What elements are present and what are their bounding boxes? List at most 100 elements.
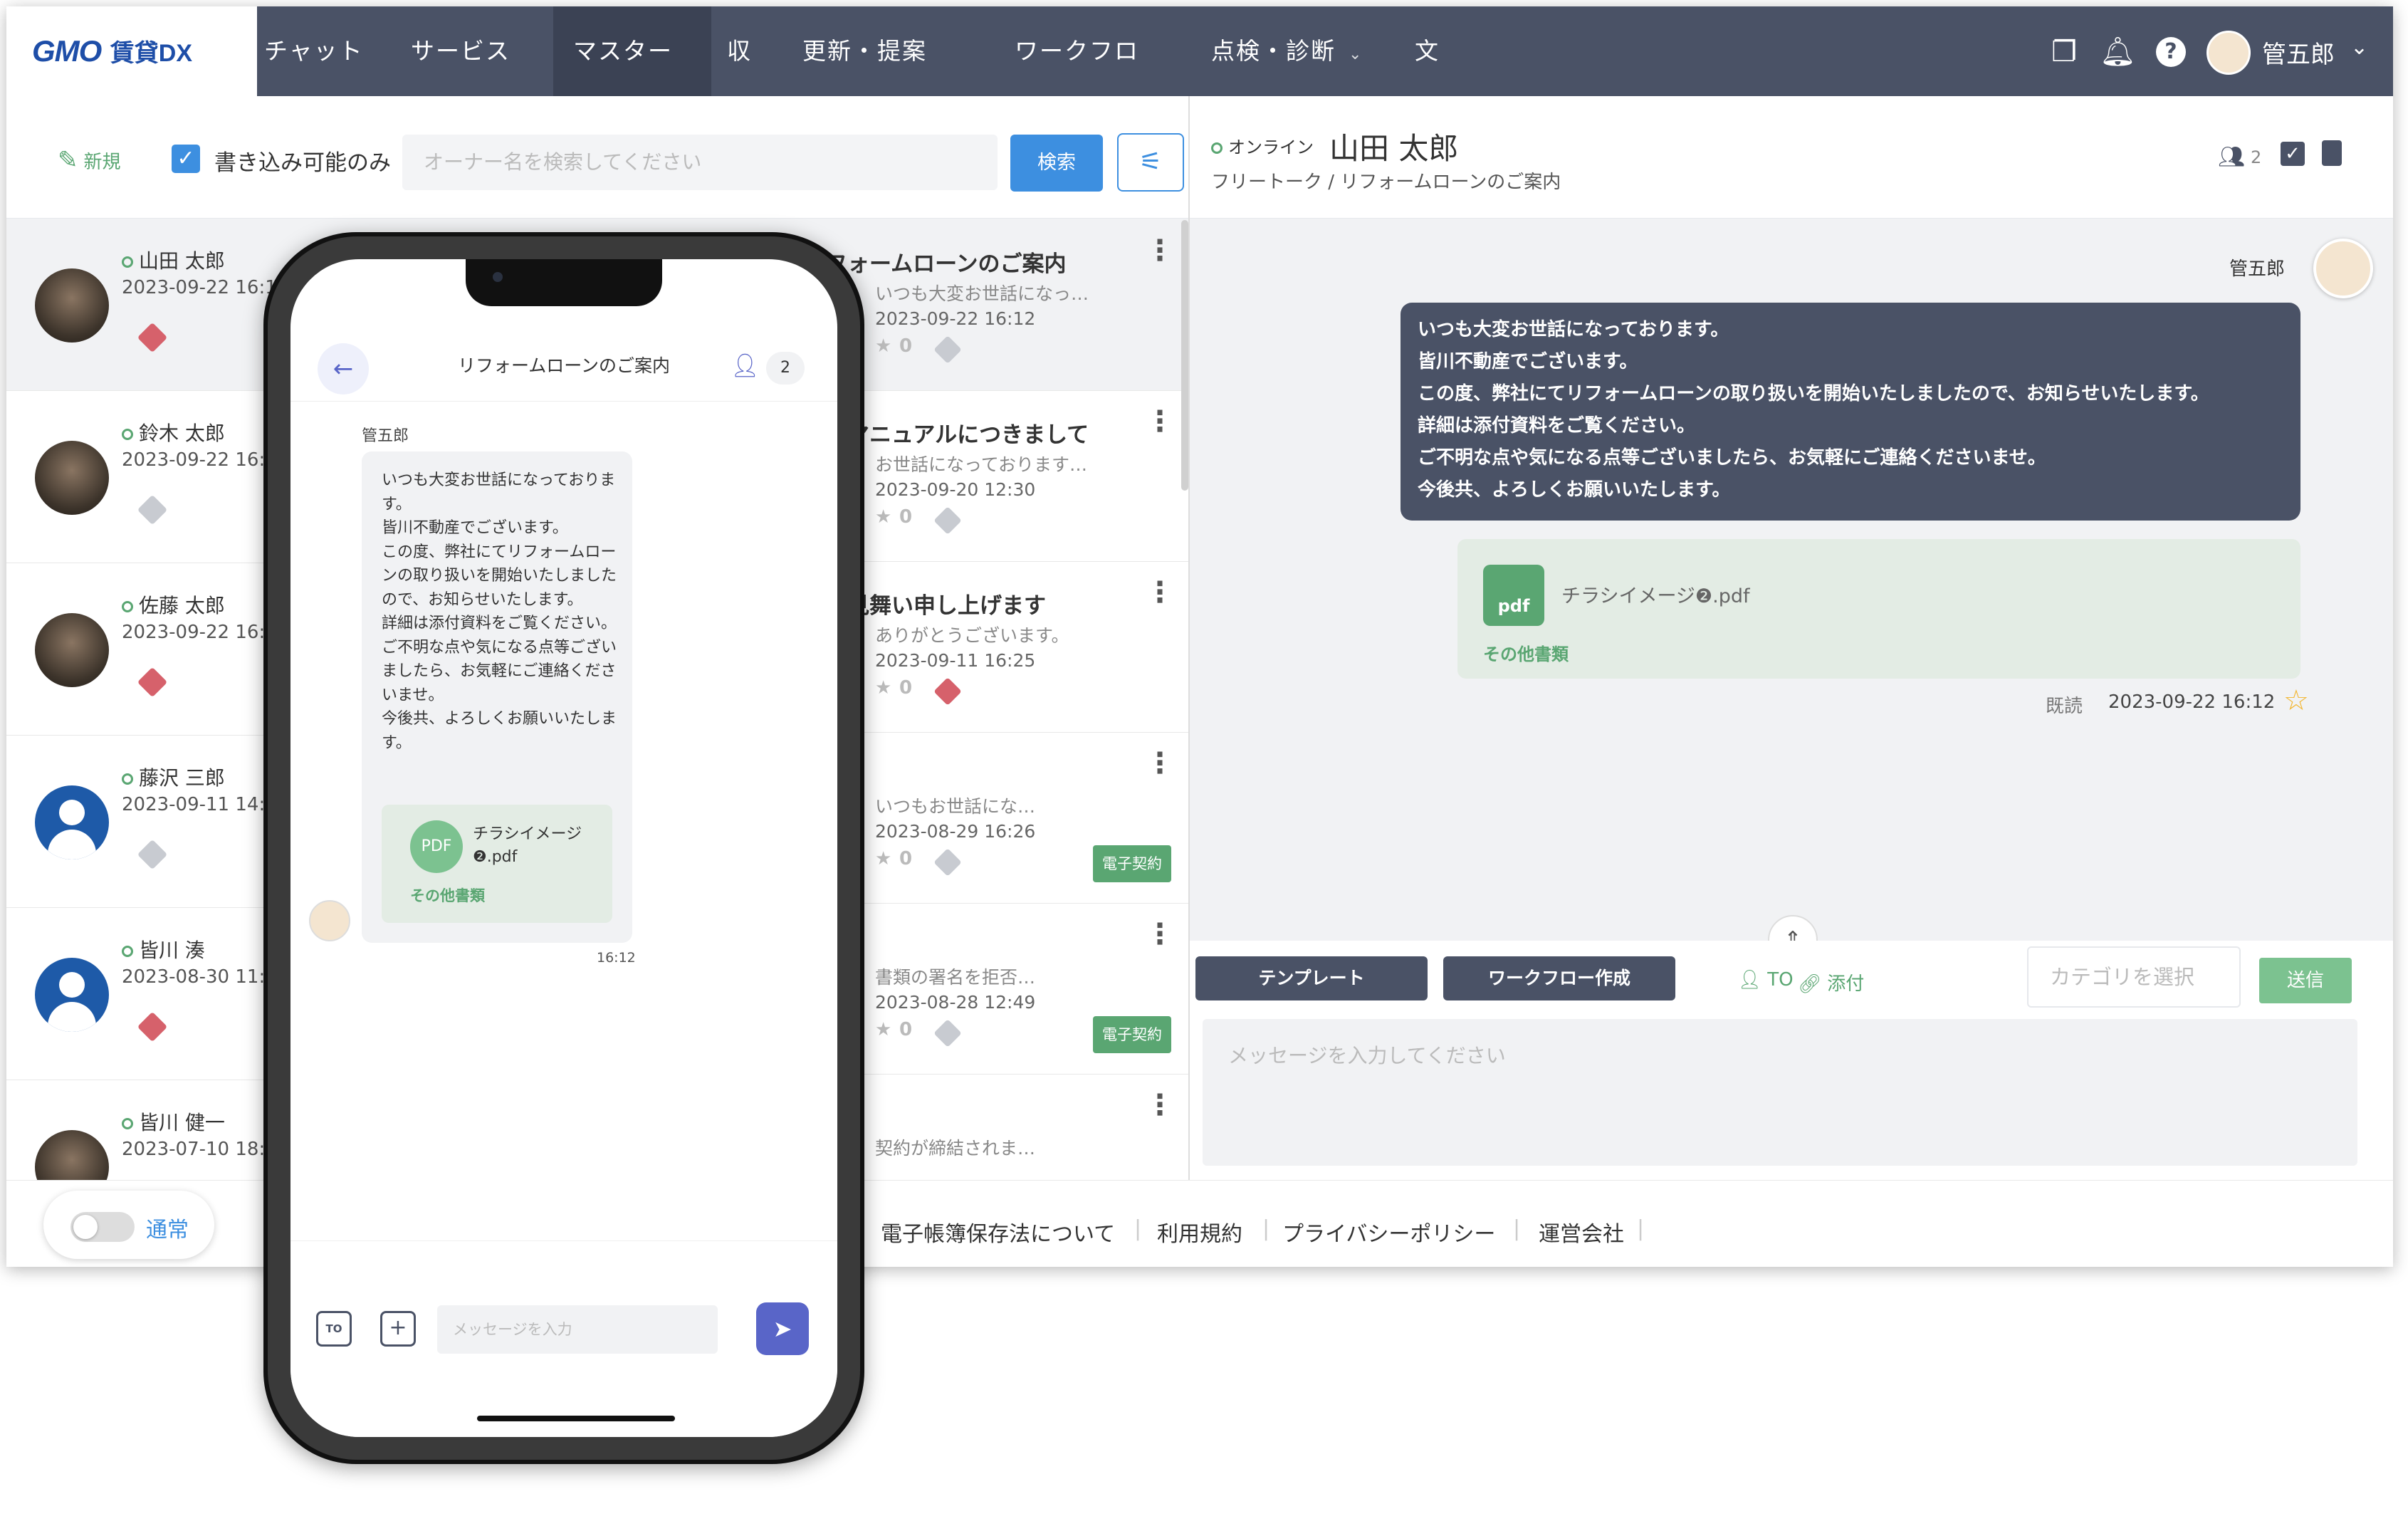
- footer-link[interactable]: 利用規約: [1157, 1216, 1242, 1248]
- star-icon[interactable]: ★: [875, 1019, 891, 1040]
- owner-name-text: 山田 太郎: [139, 249, 225, 273]
- phone-attachment-card[interactable]: PDF チラシイメージ❷.pdf その他書類: [382, 805, 612, 923]
- footer-link[interactable]: 運営会社: [1539, 1216, 1624, 1248]
- nav-item-3[interactable]: 収支: [707, 6, 778, 155]
- more-vertical-icon[interactable]: ⋮: [1146, 1089, 1174, 1122]
- attachment-category: その他書類: [1483, 644, 1569, 664]
- category-select[interactable]: カテゴリを選択: [2027, 946, 2241, 1008]
- checkbox-icon[interactable]: ✓: [2281, 142, 2305, 166]
- star-icon[interactable]: ★: [875, 848, 891, 869]
- message-input[interactable]: メッセージを入力してください: [1203, 1019, 2357, 1166]
- phone-composer: TO + メッセージを入力 ➤: [290, 1240, 837, 1437]
- read-receipt: 既読: [2046, 696, 2083, 717]
- sender-avatar: [2313, 239, 2373, 298]
- online-status-label: オンライン: [1228, 137, 1314, 157]
- nav-item-2[interactable]: マスター管理: [553, 6, 711, 155]
- multi-window-icon[interactable]: ❐: [2047, 35, 2081, 69]
- send-button[interactable]: 送信: [2259, 958, 2352, 1003]
- star-icon[interactable]: ★: [875, 335, 891, 357]
- filter-settings-button[interactable]: ⚟: [1117, 133, 1184, 192]
- more-vertical-icon[interactable]: ⋮: [1146, 747, 1174, 780]
- thread-list-scrollbar[interactable]: [1181, 220, 1188, 491]
- person-icon[interactable]: 👤︎: [731, 352, 760, 379]
- toggle-knob[interactable]: [73, 1215, 98, 1239]
- message-sender-name: 管五郎: [2229, 258, 2286, 280]
- tag-icon[interactable]: [137, 839, 168, 870]
- attach-button[interactable]: 🔗︎ 添付: [1798, 969, 1864, 996]
- nav-item-5[interactable]: ワークフロー: [995, 6, 1181, 155]
- owner-name: 佐藤 太郎: [122, 590, 225, 619]
- phone-chat-header: ← リフォームローンのご案内 👤︎ 2: [290, 323, 837, 402]
- online-dot-icon: [1211, 142, 1223, 154]
- star-icon[interactable]: ★: [875, 677, 891, 699]
- phone-to-button[interactable]: TO: [316, 1311, 352, 1347]
- more-vertical-icon[interactable]: ⋮: [1146, 918, 1174, 951]
- tag-icon[interactable]: [933, 335, 962, 364]
- new-chat-button[interactable]: ✎ 新規: [58, 146, 121, 174]
- nav-item-6[interactable]: 点検・診断 ⌄: [1191, 6, 1389, 96]
- owner-name-text: 皆川 湊: [139, 939, 205, 962]
- owner-last-date: 2023-07-10 18:1: [122, 1139, 277, 1160]
- thread-title: フォームローンのご案内: [825, 251, 1067, 277]
- help-icon[interactable]: ?: [2154, 35, 2188, 69]
- tag-icon[interactable]: [137, 322, 168, 353]
- create-workflow-button[interactable]: ワークフロー作成: [1443, 956, 1675, 1000]
- tag-icon[interactable]: [933, 848, 962, 877]
- phone-pdf-icon-label: PDF: [421, 837, 452, 855]
- phone-attachment-file-name[interactable]: チラシイメージ❷.pdf: [473, 823, 601, 869]
- brand-logo-sub: 賃貸DX: [110, 40, 193, 67]
- tag-icon[interactable]: [137, 667, 168, 698]
- person-icon: 👤︎: [1738, 969, 1762, 991]
- chevron-down-icon[interactable]: ⌄: [2350, 35, 2368, 60]
- e-contract-badge: 電子契約: [1093, 845, 1171, 882]
- nav-item-1[interactable]: サービス⌄: [391, 6, 548, 153]
- owner-search-input[interactable]: オーナー名を検索してください: [402, 135, 998, 190]
- phone-message-input[interactable]: メッセージを入力: [437, 1305, 718, 1354]
- tag-icon[interactable]: [933, 677, 962, 706]
- nav-item-7[interactable]: 文書: [1395, 6, 1473, 155]
- to-label: TO: [1767, 969, 1794, 991]
- message-timestamp: 2023-09-22 16:12: [2108, 691, 2276, 713]
- footer-link[interactable]: プライバシーポリシー: [1282, 1216, 1495, 1248]
- more-vertical-icon[interactable]: ⋮: [1146, 234, 1174, 267]
- footer-link[interactable]: 電子帳簿保存法について: [881, 1216, 1115, 1248]
- thread-preview: いつも大変お世話になっ…: [875, 283, 1089, 304]
- star-count: 0: [899, 335, 913, 357]
- owner-name: 山田 太郎: [122, 246, 225, 274]
- brand-logo[interactable]: GMO 賃貸DX: [26, 33, 193, 69]
- message-line: 今後共、よろしくお願いいたします。: [1418, 479, 1731, 501]
- top-nav-bar: GMO 賃貸DX チャットサービス⌄マスター管理収支更新・提案ワークフロー点検・…: [6, 6, 2393, 155]
- bell-icon[interactable]: 🔔︎: [2100, 35, 2136, 69]
- send-arrow-icon[interactable]: ➤: [756, 1302, 809, 1355]
- attachment-card[interactable]: pdf チラシイメージ❷.pdf その他書類: [1457, 539, 2300, 679]
- search-button[interactable]: 検索: [1010, 135, 1103, 192]
- user-avatar[interactable]: [2207, 31, 2251, 75]
- writable-only-checkbox[interactable]: ✓: [172, 145, 200, 173]
- template-button[interactable]: テンプレート: [1195, 956, 1428, 1000]
- owner-name: 藤沢 三郎: [122, 763, 225, 791]
- pdf-file-icon: pdf: [1483, 565, 1544, 626]
- members-icon[interactable]: 👥︎: [2218, 145, 2245, 169]
- star-icon[interactable]: ☆: [2283, 684, 2309, 717]
- user-name[interactable]: 管五郎: [2262, 35, 2335, 70]
- phone-mockup: ← リフォームローンのご案内 👤︎ 2 管五郎 いつも大変お世話になっております…: [263, 232, 864, 1464]
- nav-item-4[interactable]: 更新・提案: [782, 6, 990, 96]
- more-vertical-icon[interactable]: ⋮: [1146, 576, 1174, 609]
- tag-icon[interactable]: [933, 506, 962, 535]
- avatar-body: [48, 1002, 96, 1032]
- tag-icon[interactable]: [933, 1019, 962, 1047]
- attachment-file-name[interactable]: チラシイメージ❷.pdf: [1561, 580, 1750, 608]
- tag-icon[interactable]: [137, 1011, 168, 1043]
- to-button[interactable]: 👤︎ TO: [1738, 969, 1794, 991]
- more-vertical-icon[interactable]: ⋮: [1146, 405, 1174, 438]
- contact-card-icon[interactable]: [2322, 140, 2342, 166]
- star-count: 0: [899, 1019, 913, 1040]
- plus-icon[interactable]: +: [380, 1311, 416, 1347]
- star-icon[interactable]: ★: [875, 506, 891, 528]
- owner-name-text: 鈴木 太郎: [139, 422, 225, 445]
- nav-item-0[interactable]: チャット: [244, 6, 387, 96]
- thread-preview: ありがとうございます。: [875, 625, 1069, 646]
- tag-icon[interactable]: [137, 494, 168, 526]
- thread-title: リマニュアルにつきまして: [825, 422, 1089, 448]
- member-count: 2: [2251, 147, 2262, 167]
